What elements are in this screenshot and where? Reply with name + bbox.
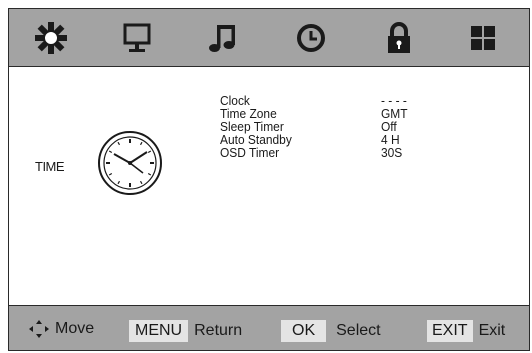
grid-icon <box>471 26 495 50</box>
tab-setup[interactable] <box>463 19 503 57</box>
time-settings-panel: TIME Clock - - - - Time Zone GMT Sleep T… <box>9 67 529 307</box>
key-hint-bar: Move MENU Return OK Select EXIT Exit <box>9 305 529 350</box>
analog-clock-icon <box>98 131 162 195</box>
music-note-icon <box>209 25 235 52</box>
ok-key[interactable]: OK <box>281 320 327 342</box>
section-title: TIME <box>35 159 65 174</box>
select-label: Select <box>336 322 381 339</box>
return-label: Return <box>194 322 243 339</box>
tab-screen[interactable] <box>117 19 157 57</box>
hint-move: Move <box>29 320 94 338</box>
tab-picture[interactable] <box>31 19 71 57</box>
hint-exit: EXIT Exit <box>427 320 505 342</box>
lock-icon <box>388 22 410 53</box>
menu-label: OSD Timer <box>220 145 280 160</box>
menu-tab-bar <box>9 9 529 67</box>
tab-lock[interactable] <box>379 19 419 57</box>
exit-label: Exit <box>478 322 506 339</box>
move-label: Move <box>55 320 95 337</box>
menu-value: 30S <box>381 145 403 160</box>
dpad-arrows-icon <box>29 320 49 338</box>
hint-return: MENU Return <box>129 320 242 342</box>
screen-icon <box>123 23 151 52</box>
exit-key[interactable]: EXIT <box>427 320 473 342</box>
hint-select: OK Select <box>281 320 381 342</box>
clock-icon <box>297 24 325 52</box>
osd-window: TIME Clock - - - - Time Zone GMT Sleep T… <box>8 8 530 351</box>
picture-icon <box>35 22 67 54</box>
tab-time[interactable] <box>291 19 331 57</box>
menu-key[interactable]: MENU <box>129 320 189 342</box>
tab-sound[interactable] <box>203 19 243 57</box>
